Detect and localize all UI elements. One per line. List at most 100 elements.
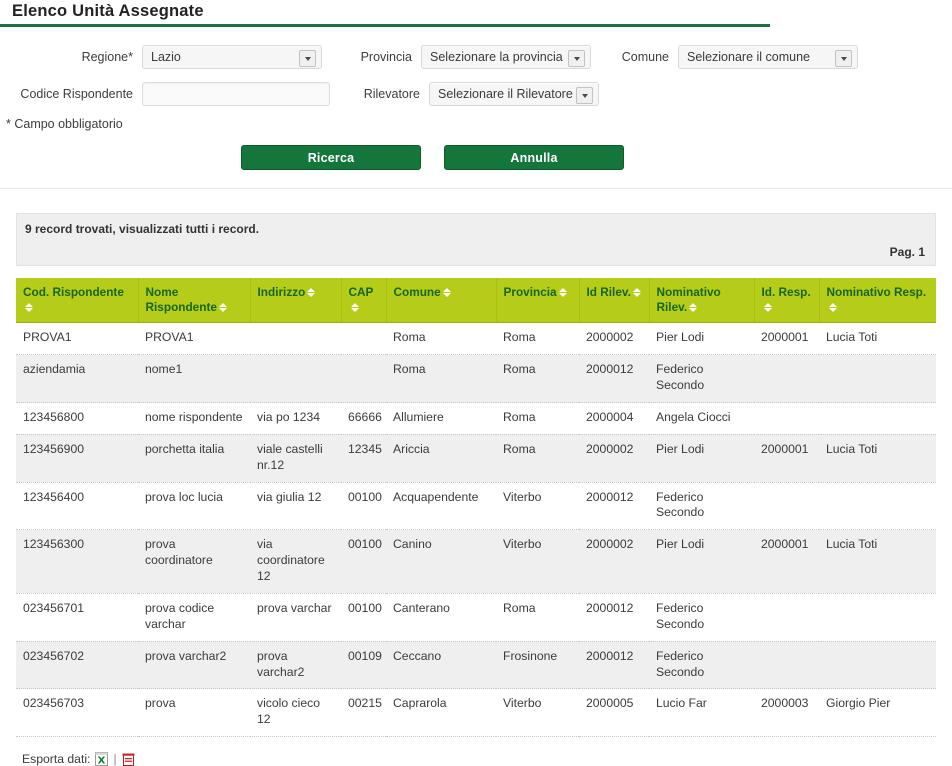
results-section: 9 record trovati, visualizzati tutti i r… <box>0 189 952 766</box>
page-title: Elenco Unità Assegnate <box>12 2 204 20</box>
cell-comune: Ariccia <box>386 434 496 483</box>
regione-select[interactable]: Lazio <box>142 45 322 69</box>
col-label: Id. Resp. <box>761 285 811 299</box>
form-row-2: Codice Rispondente Rilevatore Selezionar… <box>0 82 952 106</box>
col-header-nominativo-rilev[interactable]: Nominativo Rilev. <box>649 278 755 324</box>
col-header-provincia[interactable]: Provincia <box>496 278 580 324</box>
col-header-indirizzo[interactable]: Indirizzo <box>250 278 342 324</box>
table-row: 123456800 nome rispondente via po 1234 6666… <box>16 402 936 435</box>
export-separator: | <box>113 752 117 766</box>
sort-icon[interactable] <box>764 303 773 312</box>
cell-comune: Canterano <box>386 593 496 642</box>
cell-cod-rispondente: 123456300 <box>16 529 138 594</box>
chevron-down-icon[interactable] <box>576 87 593 104</box>
cell-provincia: Frosinone <box>496 641 579 690</box>
cell-cap <box>341 354 386 404</box>
search-panel: Regione* Lazio Provincia Selezionare la … <box>0 27 952 189</box>
cell-nome-rispondente: prova coordinatore <box>138 529 250 594</box>
cell-nominativo-resp: Giorgio Pier <box>819 688 936 738</box>
page-header: Elenco Unità Assegnate <box>0 0 952 27</box>
col-header-comune[interactable]: Comune <box>386 278 497 324</box>
cell-provincia: Roma <box>496 354 579 404</box>
sort-icon[interactable] <box>307 288 316 297</box>
regione-select-value: Lazio <box>151 50 181 64</box>
sort-icon[interactable] <box>829 303 838 312</box>
results-table: Cod. Rispondente Nome Rispondente Indiri… <box>16 278 936 738</box>
cell-cod-rispondente: 023456702 <box>16 641 138 690</box>
comune-select[interactable]: Selezionare il comune <box>678 45 858 69</box>
cell-nome-rispondente: nome rispondente <box>138 402 250 435</box>
cell-comune: Canino <box>386 529 496 594</box>
svg-text:X: X <box>98 756 106 766</box>
cell-cap: 00100 <box>341 593 386 642</box>
cell-nominativo-rilev: Lucio Far <box>649 688 754 738</box>
cell-nome-rispondente: porchetta italia <box>138 434 250 483</box>
cell-indirizzo <box>250 354 341 404</box>
sort-icon[interactable] <box>689 303 698 312</box>
cell-id-resp <box>754 354 819 404</box>
cell-indirizzo: prova varchar <box>250 593 341 642</box>
cell-id-rilev: 2000012 <box>579 641 649 690</box>
sort-icon[interactable] <box>25 303 34 312</box>
cell-comune: Caprarola <box>386 688 496 738</box>
cell-id-resp: 2000003 <box>754 688 819 738</box>
col-label: Nome Rispondente <box>145 285 217 314</box>
col-header-cap[interactable]: CAP <box>341 278 387 324</box>
cell-indirizzo: via po 1234 <box>250 402 341 435</box>
chevron-down-icon[interactable] <box>568 50 585 67</box>
table-row: 123456300 prova coordinatore via coordinat… <box>16 529 936 594</box>
form-actions: Ricerca Annulla <box>0 145 952 170</box>
cell-id-rilev: 2000012 <box>579 593 649 642</box>
cell-nominativo-rilev: Federico Secondo <box>649 593 754 642</box>
col-header-nome-rispondente[interactable]: Nome Rispondente <box>138 278 251 324</box>
table-row: 023456703 prova vicolo cieco 12 00215 Caprar… <box>16 688 936 738</box>
cell-cap: 00100 <box>341 482 386 531</box>
table-row: 123456400 prova loc lucia via giulia 12 001… <box>16 482 936 531</box>
cell-nome-rispondente: prova loc lucia <box>138 482 250 531</box>
sort-icon[interactable] <box>559 288 568 297</box>
table-body: PROVA1 PROVA1 Roma Roma 2000002 Pier Lodi 2000… <box>16 322 936 738</box>
cell-nominativo-resp: Lucia Toti <box>819 322 936 356</box>
cell-comune: Allumiere <box>386 402 496 435</box>
cell-id-resp: 2000001 <box>754 529 819 594</box>
sort-icon[interactable] <box>633 288 642 297</box>
col-header-nominativo-resp[interactable]: Nominativo Resp. <box>819 278 936 324</box>
cell-cod-rispondente: aziendamia <box>16 354 138 404</box>
cell-id-rilev: 2000002 <box>579 529 649 594</box>
cell-cod-rispondente: 023456701 <box>16 593 138 642</box>
col-label: Indirizzo <box>257 285 306 299</box>
cell-nome-rispondente: PROVA1 <box>138 322 250 356</box>
search-button[interactable]: Ricerca <box>241 145 421 170</box>
col-header-id-rilev[interactable]: Id Rilev. <box>579 278 650 324</box>
excel-icon[interactable]: X <box>95 752 109 766</box>
col-header-cod-rispondente[interactable]: Cod. Rispondente <box>16 278 139 324</box>
pdf-icon[interactable] <box>122 752 135 766</box>
cell-indirizzo <box>250 322 341 356</box>
comune-select-value: Selezionare il comune <box>687 50 810 64</box>
required-field-note: * Campo obbligatorio <box>6 117 123 131</box>
codice-rispondente-input[interactable] <box>142 82 330 106</box>
cell-nominativo-rilev: Pier Lodi <box>649 322 754 356</box>
cell-id-resp <box>754 402 819 435</box>
cancel-button[interactable]: Annulla <box>444 145 624 170</box>
sort-icon[interactable] <box>443 288 452 297</box>
col-header-id-resp[interactable]: Id. Resp. <box>754 278 820 324</box>
cell-cod-rispondente: 123456400 <box>16 482 138 531</box>
codice-rispondente-label: Codice Rispondente <box>20 87 133 101</box>
cell-nominativo-resp <box>819 354 936 404</box>
sort-icon[interactable] <box>219 303 228 312</box>
rilevatore-select[interactable]: Selezionare il Rilevatore <box>429 82 599 106</box>
chevron-down-icon[interactable] <box>835 50 852 67</box>
cell-indirizzo: via giulia 12 <box>250 482 341 531</box>
cell-provincia: Roma <box>496 322 579 356</box>
provincia-select-value: Selezionare la provincia <box>430 50 563 64</box>
sort-icon[interactable] <box>351 303 360 312</box>
provincia-select[interactable]: Selezionare la provincia <box>421 45 591 69</box>
chevron-down-icon[interactable] <box>299 50 316 67</box>
table-row: 123456900 porchetta italia viale castelli … <box>16 434 936 483</box>
cell-indirizzo: prova varchar2 <box>250 641 341 690</box>
cell-nominativo-rilev: Federico Secondo <box>649 354 754 404</box>
cell-provincia: Roma <box>496 593 579 642</box>
cell-provincia: Roma <box>496 434 579 483</box>
cell-indirizzo: viale castelli nr.12 <box>250 434 341 483</box>
